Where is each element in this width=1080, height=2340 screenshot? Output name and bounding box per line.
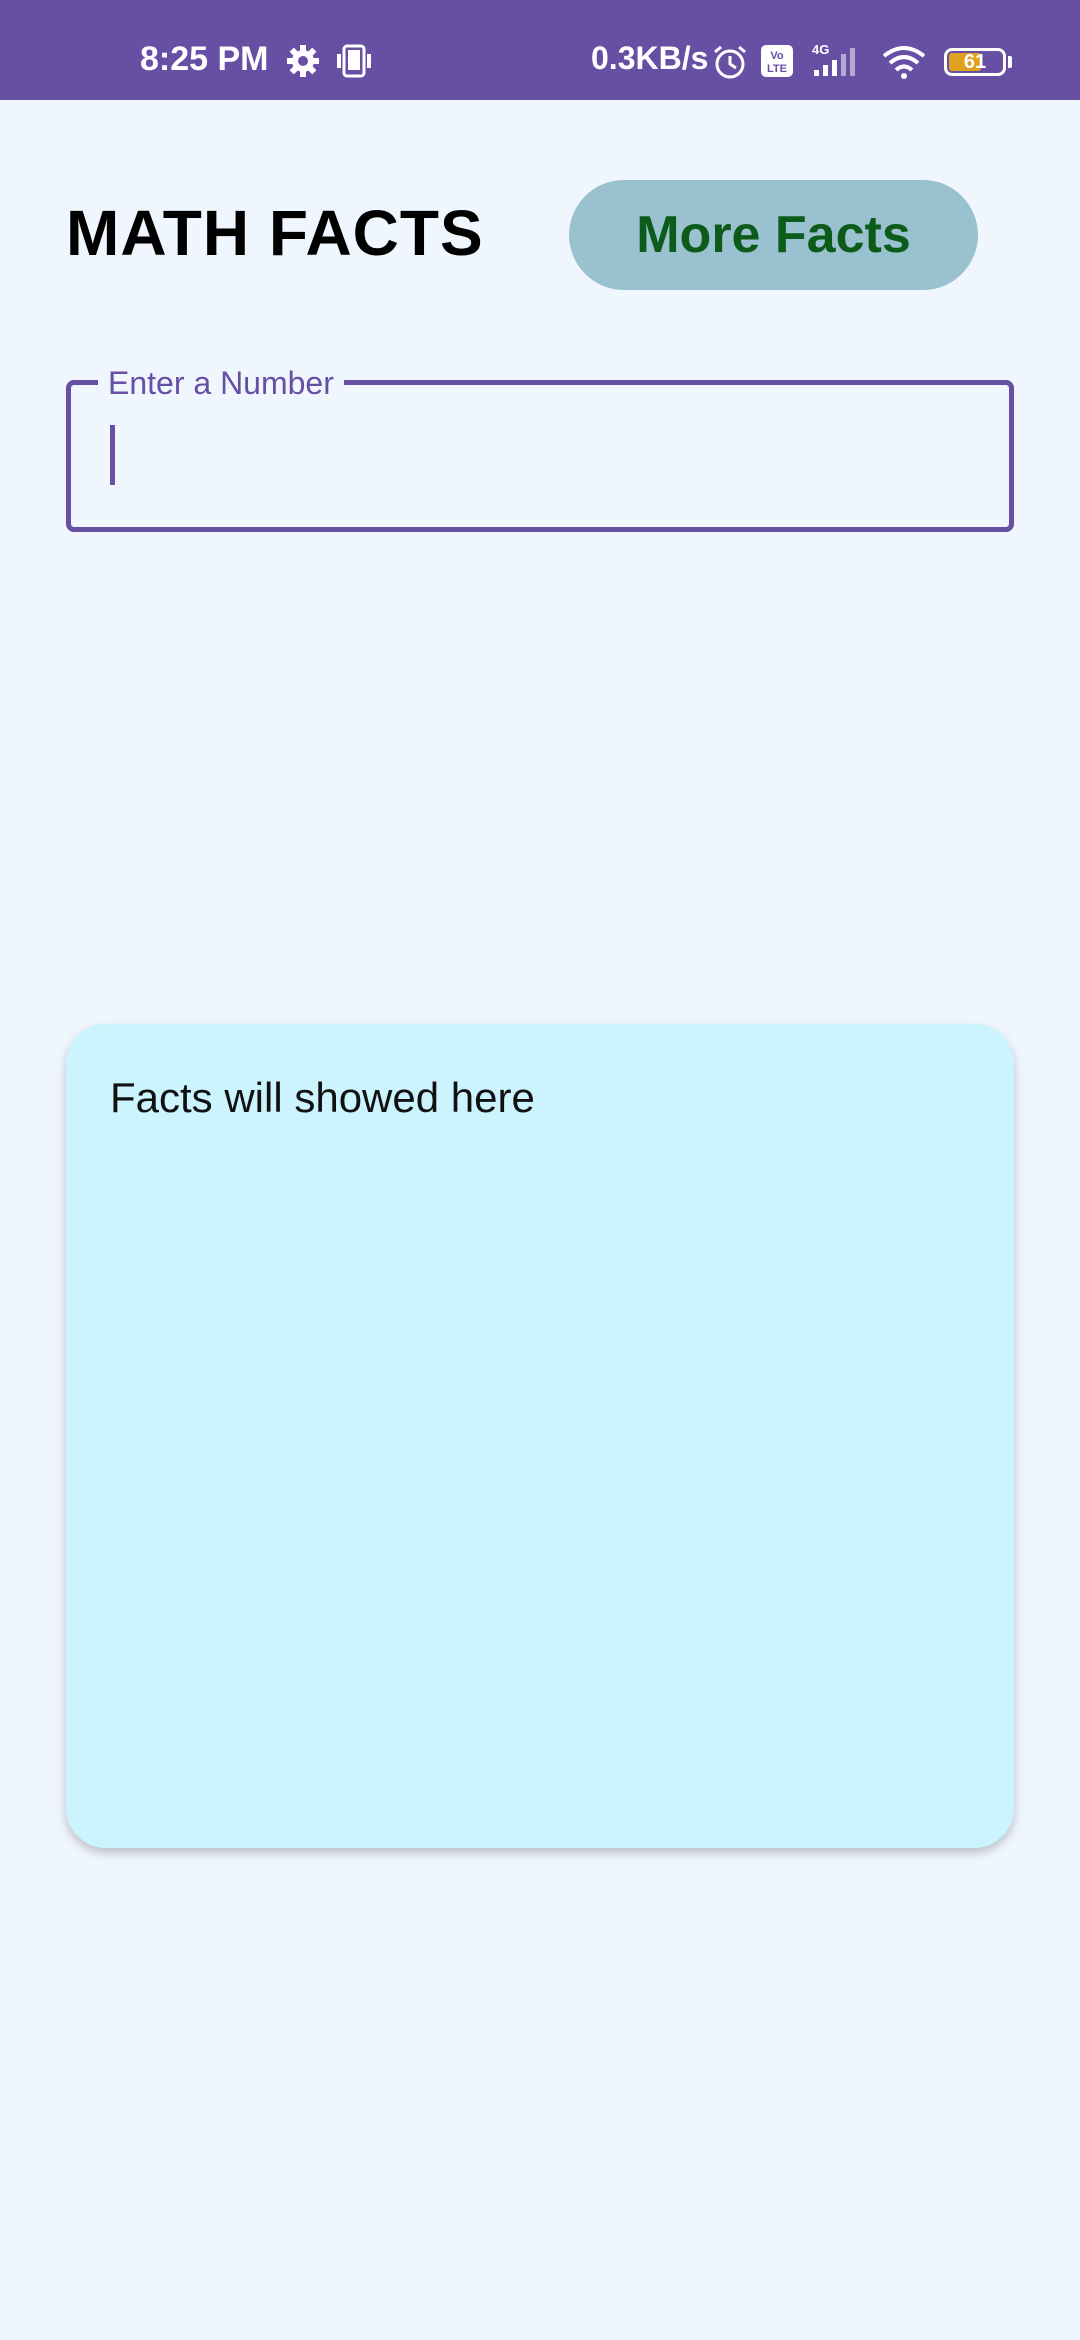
signal-4g-icon: 4G xyxy=(808,40,868,85)
wifi-icon xyxy=(880,44,928,85)
alarm-icon xyxy=(712,44,748,85)
more-facts-button[interactable]: More Facts xyxy=(569,180,978,290)
svg-text:LTE: LTE xyxy=(767,63,787,75)
phone-sync-icon xyxy=(336,44,372,83)
status-bar: 8:25 PM 0.3KB/s Vo LTE 4G 61 xyxy=(0,0,1080,100)
gear-icon xyxy=(286,44,320,83)
status-time: 8:25 PM xyxy=(140,40,269,78)
facts-text: Facts will showed here xyxy=(110,1074,535,1121)
network-speed: 0.3KB/s xyxy=(591,40,709,76)
number-input[interactable] xyxy=(110,420,994,494)
svg-text:4G: 4G xyxy=(812,42,829,57)
battery-cap xyxy=(1008,56,1012,68)
number-input-label: Enter a Number xyxy=(98,362,344,404)
page-title: MATH FACTS xyxy=(66,197,484,269)
volte-icon: Vo LTE xyxy=(760,44,794,83)
text-cursor xyxy=(110,425,115,485)
battery-level: 61 xyxy=(963,51,987,73)
facts-card xyxy=(66,1024,1014,1848)
svg-text:Vo: Vo xyxy=(770,50,784,62)
